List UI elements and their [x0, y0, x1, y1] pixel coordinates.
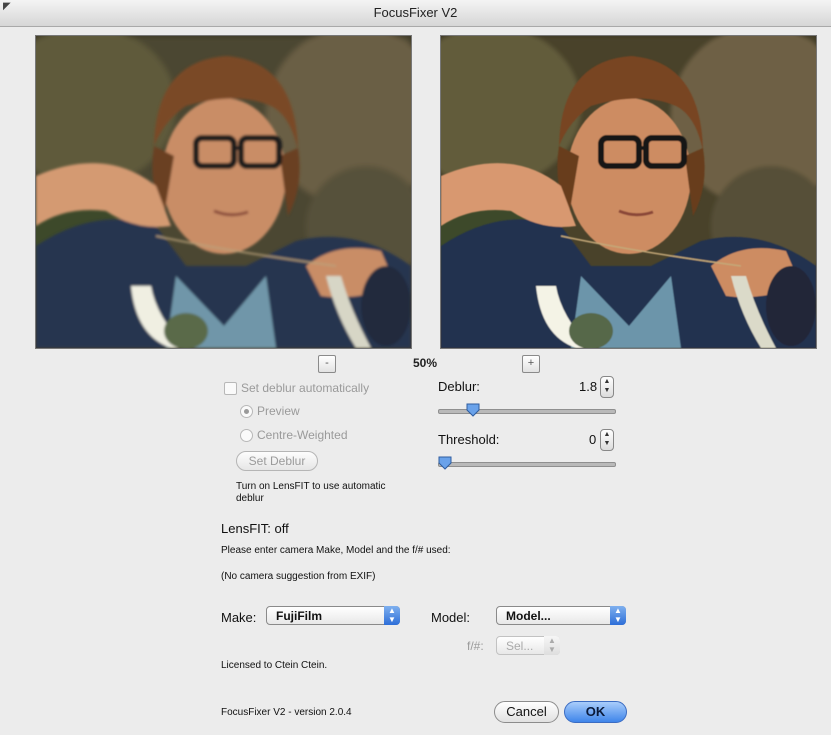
zoom-level: 50%: [413, 356, 438, 370]
processed-preview-image[interactable]: [440, 35, 817, 349]
set-auto-checkbox[interactable]: [224, 382, 237, 395]
model-label: Model:: [431, 610, 471, 625]
lensfit-status: LensFIT: off: [221, 521, 289, 536]
f-number-value: Sel...: [506, 639, 534, 653]
ok-button[interactable]: OK: [564, 701, 627, 723]
threshold-stepper-icon[interactable]: ▲ ▼: [600, 429, 614, 451]
threshold-slider-track[interactable]: [438, 462, 616, 467]
focusfixer-dialog: ◤ FocusFixer V2 - 50% + Set deblur autom…: [0, 0, 831, 735]
window-title: FocusFixer V2: [373, 5, 458, 20]
make-label: Make:: [221, 610, 257, 625]
deblur-stepper-icon[interactable]: ▲ ▼: [600, 376, 614, 398]
threshold-label: Threshold:: [438, 432, 500, 447]
preview-radio-label: Preview: [257, 404, 300, 418]
exif-note: (No camera suggestion from EXIF): [221, 571, 376, 582]
deblur-value: 1.8: [579, 379, 598, 394]
model-value: Model...: [506, 609, 551, 623]
set-auto-label: Set deblur automatically: [241, 381, 370, 395]
deblur-label: Deblur:: [438, 379, 480, 394]
license-text: Licensed to Ctein Ctein.: [221, 660, 328, 671]
zoom-out-button[interactable]: -: [318, 355, 336, 373]
f-number-popup-arrows-icon: ▲ ▼: [544, 636, 560, 655]
lensfit-hint: Turn on LensFIT to use automatic deblur: [236, 481, 386, 504]
make-popup-arrows-icon: ▲ ▼: [384, 606, 400, 625]
model-popup-arrows-icon: ▲ ▼: [610, 606, 626, 625]
cancel-button[interactable]: Cancel: [494, 701, 559, 723]
deblur-slider-thumb-icon[interactable]: [466, 403, 480, 417]
original-preview-image[interactable]: [35, 35, 412, 349]
version-text: FocusFixer V2 - version 2.0.4: [221, 707, 352, 718]
set-deblur-button[interactable]: Set Deblur: [236, 451, 318, 471]
lensfit-instruction: Please enter camera Make, Model and the …: [221, 545, 451, 556]
threshold-slider-thumb-icon[interactable]: [438, 456, 452, 470]
window-corner-mark-icon: ◤: [3, 1, 11, 12]
centre-weighted-label: Centre-Weighted: [257, 428, 348, 442]
centre-weighted-radio[interactable]: [240, 429, 253, 442]
make-popup[interactable]: FujiFilm ▲ ▼: [266, 606, 400, 625]
model-popup[interactable]: Model... ▲ ▼: [496, 606, 626, 625]
preview-radio[interactable]: [240, 405, 253, 418]
threshold-value: 0: [589, 432, 597, 447]
title-bar: ◤ FocusFixer V2: [0, 0, 831, 27]
make-value: FujiFilm: [276, 609, 322, 623]
f-number-popup[interactable]: Sel... ▲ ▼: [496, 636, 560, 655]
f-number-label: f/#:: [467, 639, 484, 653]
zoom-in-button[interactable]: +: [522, 355, 540, 373]
